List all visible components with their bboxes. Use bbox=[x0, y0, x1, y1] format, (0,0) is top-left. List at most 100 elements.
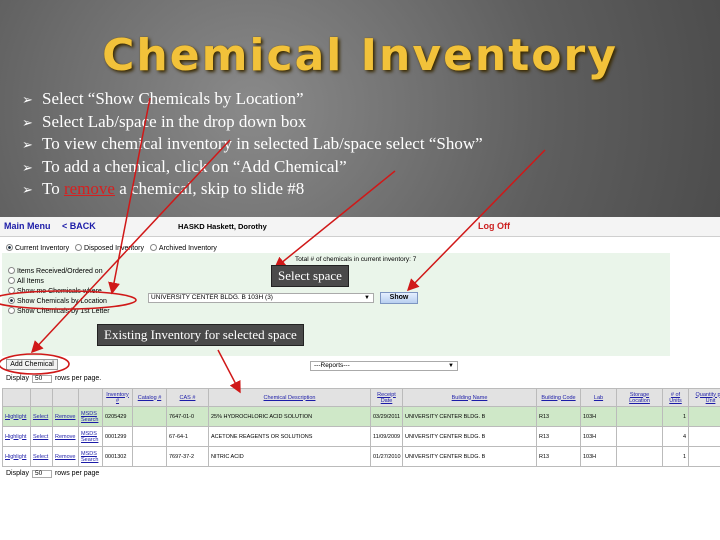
row-action-link[interactable]: Remove bbox=[52, 446, 79, 467]
option-by-first-letter[interactable]: Show Chemicals by 1st Letter bbox=[8, 307, 110, 317]
table-cell: R13 bbox=[536, 446, 581, 467]
table-cell: 11/09/2009 bbox=[370, 426, 403, 447]
table-cell bbox=[616, 446, 663, 467]
column-header[interactable]: Receipt Date bbox=[370, 388, 403, 407]
logoff-link[interactable]: Log Off bbox=[478, 221, 510, 231]
table-cell: ACETONE REAGENTS OR SOLUTIONS bbox=[208, 426, 371, 447]
column-header[interactable]: # of Units bbox=[662, 388, 689, 407]
column-header[interactable]: CAS # bbox=[166, 388, 209, 407]
add-chemical-button[interactable]: Add Chemical bbox=[6, 359, 58, 370]
radio-icon bbox=[149, 244, 157, 251]
show-button[interactable]: Show bbox=[380, 292, 418, 304]
remove-link[interactable]: remove bbox=[64, 179, 115, 198]
arrow-bullet-icon: ➢ bbox=[22, 137, 33, 152]
option-items-received[interactable]: Items Received/Ordered on bbox=[8, 267, 110, 277]
table-cell: UNIVERSITY CENTER BLDG. B bbox=[402, 406, 537, 427]
tab-current-inventory[interactable]: Current Inventory bbox=[6, 244, 69, 252]
row-action-link[interactable]: Highlight bbox=[2, 406, 31, 427]
column-header bbox=[2, 388, 31, 407]
table-cell bbox=[616, 406, 663, 427]
column-header bbox=[30, 388, 53, 407]
option-all-items[interactable]: All Items bbox=[8, 277, 110, 287]
user-label: HASKD Haskett, Dorothy bbox=[178, 222, 267, 231]
table-cell: NITRIC ACID bbox=[208, 446, 371, 467]
table-cell: UNIVERSITY CENTER BLDG. B bbox=[402, 426, 537, 447]
rows-per-page-select[interactable]: 50 bbox=[31, 375, 52, 383]
row-action-link[interactable]: MSDS Search bbox=[78, 426, 103, 447]
reports-select[interactable]: ---Reports--- ▼ bbox=[310, 361, 458, 371]
chevron-down-icon: ▼ bbox=[448, 363, 454, 369]
table-cell: 67-64-1 bbox=[166, 426, 209, 447]
radio-icon bbox=[75, 244, 83, 251]
table-cell: 5 bbox=[688, 406, 720, 427]
total-count: Total # of chemicals in current inventor… bbox=[295, 256, 417, 263]
radio-icon bbox=[8, 307, 15, 314]
app-header: Main Menu < BACK HASKD Haskett, Dorothy … bbox=[0, 217, 720, 237]
arrow-bullet-icon: ➢ bbox=[22, 159, 33, 175]
bullet-item: ➢ Select “Show Chemicals by Location” bbox=[22, 88, 483, 111]
slide-title: Chemical Inventory bbox=[102, 30, 618, 81]
row-action-link[interactable]: Remove bbox=[52, 426, 79, 447]
callout-select-space: Select space bbox=[271, 265, 349, 287]
chevron-down-icon: ▼ bbox=[364, 295, 370, 301]
location-select[interactable]: UNIVERSITY CENTER BLDG. B 103H (3) ▼ bbox=[148, 293, 374, 303]
table-cell: 03/29/2011 bbox=[370, 406, 403, 427]
table-cell: 7647-01-0 bbox=[166, 406, 209, 427]
tab-disposed-inventory[interactable]: Disposed Inventory bbox=[75, 244, 144, 252]
radio-icon bbox=[8, 287, 15, 294]
table-header-row: Inventory # Catalog # CAS # Chemical Descri… bbox=[2, 388, 720, 407]
radio-icon bbox=[8, 297, 15, 304]
table-row: Highlight Select Remove MSDS Search 0205429 7… bbox=[2, 406, 720, 427]
column-header[interactable]: Quantity per Unit bbox=[688, 388, 720, 407]
table-row: Highlight Select Remove MSDS Search 0001302 7… bbox=[2, 446, 720, 467]
column-header[interactable]: Storage Location bbox=[616, 388, 663, 407]
table-row: Highlight Select Remove MSDS Search 0001299 6… bbox=[2, 426, 720, 447]
radio-icon bbox=[6, 244, 13, 251]
back-link[interactable]: < BACK bbox=[62, 221, 96, 231]
table-cell: 2 bbox=[688, 446, 720, 467]
radio-icon bbox=[8, 267, 15, 274]
column-header[interactable]: Inventory # bbox=[102, 388, 133, 407]
bullet-item: ➢ Select Lab/space in the drop down box bbox=[22, 111, 483, 134]
table-cell: 103H bbox=[580, 406, 617, 427]
table-cell: 4 bbox=[662, 426, 689, 447]
arrow-bullet-icon: ➢ bbox=[22, 92, 33, 107]
table-cell bbox=[616, 426, 663, 447]
table-cell: 103H bbox=[580, 446, 617, 467]
option-show-chemicals-where[interactable]: Show me Chemicals where bbox=[8, 287, 110, 297]
inventory-table: Inventory # Catalog # CAS # Chemical Descri… bbox=[2, 388, 720, 467]
row-action-link[interactable]: Highlight bbox=[2, 426, 31, 447]
table-cell: R13 bbox=[536, 406, 581, 427]
instruction-list: ➢ Select “Show Chemicals by Location” ➢ Se… bbox=[22, 88, 483, 201]
row-action-link[interactable]: Select bbox=[30, 426, 53, 447]
column-header[interactable]: Lab bbox=[580, 388, 617, 407]
rows-per-page-select[interactable]: 50 bbox=[31, 470, 52, 478]
table-cell: UNIVERSITY CENTER BLDG. B bbox=[402, 446, 537, 467]
table-cell bbox=[132, 426, 167, 447]
table-cell: 01/27/2010 bbox=[370, 446, 403, 467]
bullet-item: ➢ To add a chemical, click on “Add Chemic… bbox=[22, 156, 483, 179]
table-cell: R13 bbox=[536, 426, 581, 447]
main-menu-link[interactable]: Main Menu bbox=[4, 221, 51, 231]
table-cell: 103H bbox=[580, 426, 617, 447]
column-header[interactable]: Chemical Description bbox=[208, 388, 371, 407]
table-cell: 1 bbox=[662, 446, 689, 467]
row-action-link[interactable]: Remove bbox=[52, 406, 79, 427]
option-by-location[interactable]: Show Chemicals by Location bbox=[8, 297, 110, 307]
table-cell: 7697-37-2 bbox=[166, 446, 209, 467]
bullet-item: ➢ To view chemical inventory in selected … bbox=[22, 133, 483, 156]
tab-archived-inventory[interactable]: Archived Inventory bbox=[149, 244, 217, 252]
column-header[interactable]: Building Name bbox=[402, 388, 537, 407]
inventory-type-tabs: Current Inventory Disposed Inventory Arc… bbox=[6, 244, 221, 252]
column-header[interactable]: Catalog # bbox=[132, 388, 167, 407]
row-action-link[interactable]: Select bbox=[30, 406, 53, 427]
filter-options: Items Received/Ordered on All Items Show… bbox=[8, 267, 110, 317]
row-action-link[interactable]: MSDS Search bbox=[78, 406, 103, 427]
row-action-link[interactable]: MSDS Search bbox=[78, 446, 103, 467]
radio-icon bbox=[8, 277, 15, 284]
table-cell: 1 bbox=[662, 406, 689, 427]
row-action-link[interactable]: Select bbox=[30, 446, 53, 467]
column-header[interactable]: Building Code bbox=[536, 388, 581, 407]
inventory-app-screenshot: Main Menu < BACK HASKD Haskett, Dorothy … bbox=[0, 217, 720, 540]
row-action-link[interactable]: Highlight bbox=[2, 446, 31, 467]
